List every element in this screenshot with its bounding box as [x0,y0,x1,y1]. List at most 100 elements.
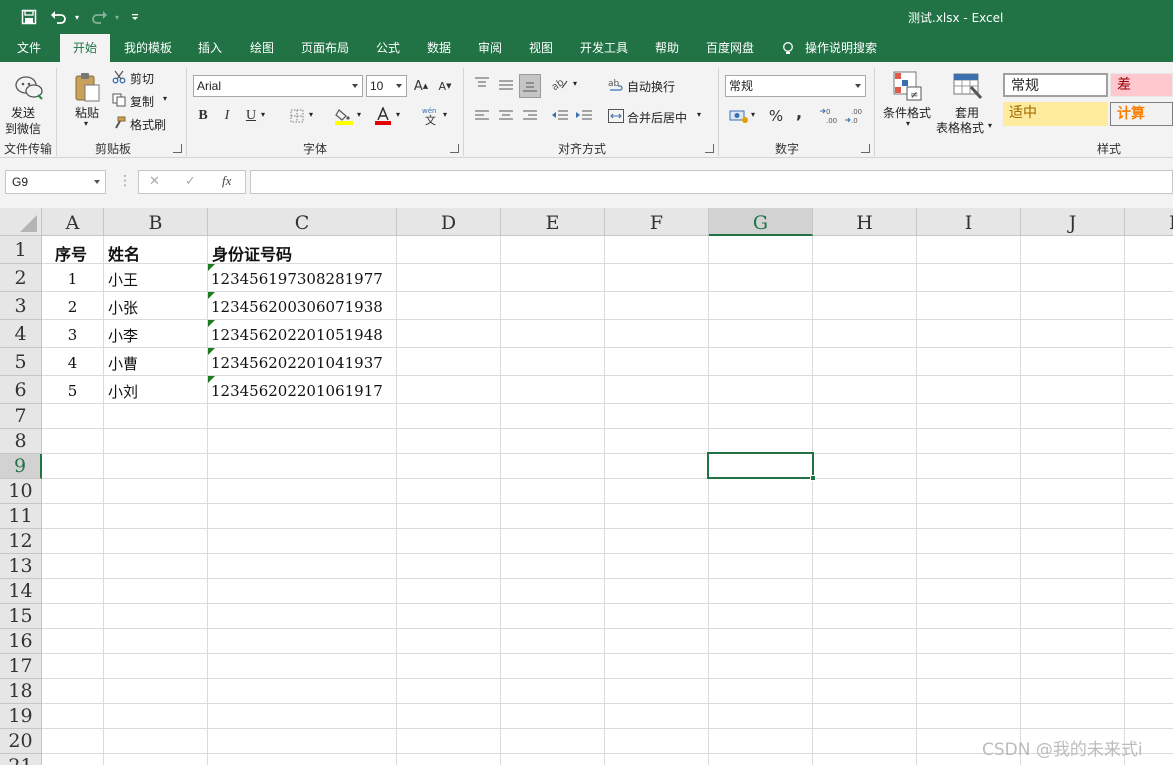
align-top-icon[interactable] [473,74,491,92]
row-header-1[interactable]: 1 [0,236,42,264]
cell-c6[interactable]: 123456202201061917 [211,382,383,400]
phonetic-guide-icon[interactable]: wén 文 [420,106,442,126]
name-box[interactable]: G9 [5,170,106,194]
comma-style-button[interactable]: , [791,103,807,122]
merge-center-button[interactable]: 合并后居中 [627,109,687,126]
conditional-dropdown-icon[interactable]: ▾ [906,119,910,128]
percent-style-button[interactable]: % [767,107,785,125]
borders-dropdown-icon[interactable]: ▾ [309,110,313,119]
font-name-combo[interactable]: Arial [193,75,363,97]
cell-b2[interactable]: 小王 [108,269,138,290]
font-size-combo[interactable]: 10 [366,75,407,97]
clipboard-launcher-icon[interactable] [173,144,182,153]
format-as-table-line2[interactable]: 表格格式 [936,119,984,136]
column-header-c[interactable]: C [208,208,397,236]
tab-insert[interactable]: 插入 [190,34,230,62]
align-middle-icon[interactable] [497,76,515,94]
enter-icon[interactable]: ✓ [185,174,196,189]
row-header-13[interactable]: 13 [0,554,42,579]
row-header-4[interactable]: 4 [0,320,42,348]
decrease-font-size-icon[interactable]: A ▼ [436,77,454,95]
cell-b3[interactable]: 小张 [108,297,138,318]
tab-view[interactable]: 视图 [520,34,562,62]
decrease-indent-icon[interactable] [551,107,569,125]
row-header-14[interactable]: 14 [0,579,42,604]
number-launcher-icon[interactable] [861,144,870,153]
cell-c5[interactable]: 123456202201041937 [211,354,383,372]
column-header-d[interactable]: D [397,208,501,236]
cell-b4[interactable]: 小李 [108,325,138,346]
copy-dropdown-icon[interactable]: ▾ [163,94,167,103]
row-header-15[interactable]: 15 [0,604,42,629]
row-header-8[interactable]: 8 [0,429,42,454]
row-header-2[interactable]: 2 [0,264,42,292]
send-to-wechat-button[interactable]: 发送 到微信 [5,104,52,136]
alignment-launcher-icon[interactable] [705,144,714,153]
column-header-a[interactable]: A [42,208,104,236]
fill-color-icon[interactable] [334,106,354,126]
number-format-combo[interactable]: 常规 [725,75,866,97]
insert-function-icon[interactable]: fx [222,173,231,189]
row-header-11[interactable]: 11 [0,504,42,529]
font-color-dropdown-icon[interactable]: ▾ [396,110,400,119]
row-header-12[interactable]: 12 [0,529,42,554]
fill-color-dropdown-icon[interactable]: ▾ [357,110,361,119]
wrap-text-button[interactable]: 自动换行 [627,78,675,95]
undo-dropdown-icon[interactable]: ▾ [71,0,83,34]
align-right-icon[interactable] [521,107,539,125]
accounting-dropdown-icon[interactable]: ▾ [751,110,755,119]
tab-review[interactable]: 审阅 [469,34,511,62]
cell-style-bad[interactable]: 差 [1110,73,1173,97]
tab-data[interactable]: 数据 [418,34,460,62]
format-as-table-dropdown-icon[interactable]: ▾ [988,121,992,130]
cancel-icon[interactable]: ✕ [149,174,160,189]
customize-quick-access-icon[interactable] [128,0,142,34]
row-header-7[interactable]: 7 [0,404,42,429]
worksheet-grid[interactable]: A B C D E F G H I J K 1 2 3 4 5 6 7 8 9 … [0,208,1173,765]
cell-a5[interactable]: 4 [42,354,103,372]
column-header-e[interactable]: E [501,208,605,236]
redo-dropdown-icon[interactable]: ▾ [111,0,123,34]
accounting-format-icon[interactable] [728,106,750,126]
format-painter-button[interactable]: 格式刷 [130,116,166,133]
row-header-16[interactable]: 16 [0,629,42,654]
increase-decimal-icon[interactable]: 0.00 [820,106,842,126]
cell-a2[interactable]: 1 [42,270,103,288]
cell-c1[interactable]: 身份证号码 [212,241,292,265]
decrease-decimal-icon[interactable]: .00.0 [845,106,867,126]
column-header-j[interactable]: J [1021,208,1125,236]
cell-a1[interactable]: 序号 [55,241,87,265]
cell-c3[interactable]: 123456200306071938 [211,298,383,316]
cell-c4[interactable]: 123456202201051948 [211,326,383,344]
row-header-19[interactable]: 19 [0,704,42,729]
column-header-h[interactable]: H [813,208,917,236]
align-center-icon[interactable] [497,107,515,125]
paste-icon[interactable] [72,70,102,104]
row-header-3[interactable]: 3 [0,292,42,320]
tab-help[interactable]: 帮助 [646,34,688,62]
increase-indent-icon[interactable] [575,107,593,125]
tab-page-layout[interactable]: 页面布局 [292,34,358,62]
column-header-i[interactable]: I [917,208,1021,236]
italic-button[interactable]: I [219,107,235,125]
column-header-k[interactable]: K [1125,208,1173,236]
cell-b6[interactable]: 小刘 [108,381,138,402]
undo-icon[interactable] [48,0,70,34]
active-cell-selection[interactable] [707,452,816,481]
font-color-icon[interactable] [373,106,393,126]
fill-handle[interactable] [810,475,816,481]
cell-c2[interactable]: 123456197308281977 [211,270,383,288]
formula-input[interactable] [250,170,1173,194]
row-header-17[interactable]: 17 [0,654,42,679]
row-header-6[interactable]: 6 [0,376,42,404]
tab-file[interactable]: 文件 [5,34,53,62]
underline-button[interactable]: U [243,107,259,125]
tab-home[interactable]: 开始 [60,34,110,62]
cell-style-normal[interactable]: 常规 [1003,73,1108,97]
increase-font-size-icon[interactable]: A ▲ [412,77,430,95]
column-header-f[interactable]: F [605,208,709,236]
cell-a4[interactable]: 3 [42,326,103,344]
row-header-21[interactable]: 21 [0,754,42,765]
copy-button[interactable]: 复制 [130,93,154,110]
column-header-b[interactable]: B [104,208,208,236]
